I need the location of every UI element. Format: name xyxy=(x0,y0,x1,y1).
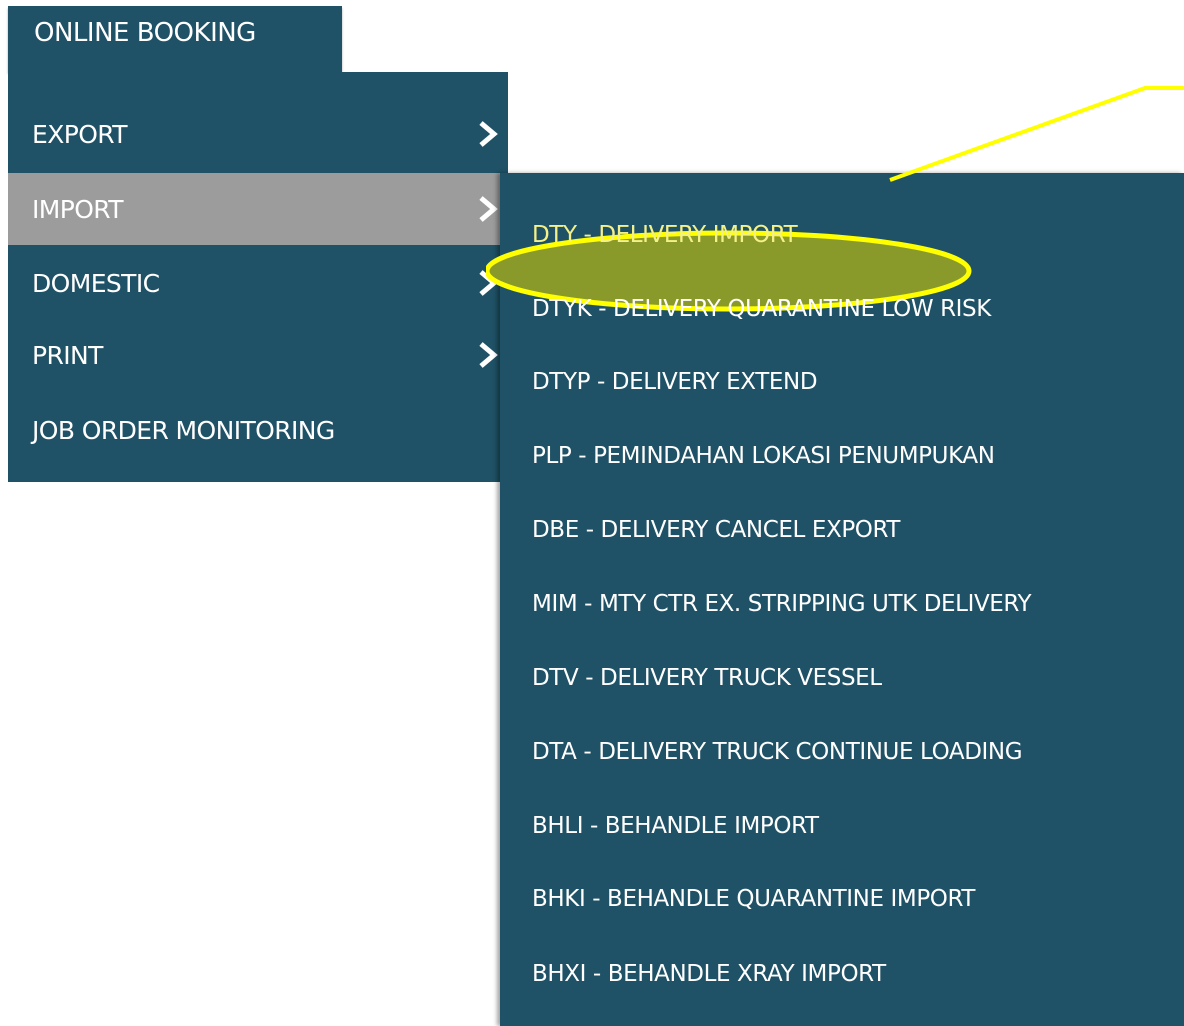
submenu-item-label: BHLI - BEHANDLE IMPORT xyxy=(532,813,819,839)
import-submenu: DTY - DELIVERY IMPORT DTYK - DELIVERY QU… xyxy=(486,173,1184,1026)
submenu-item-mim[interactable]: MIM - MTY CTR EX. STRIPPING UTK DELIVERY xyxy=(532,584,1032,624)
submenu-item-label: MIM - MTY CTR EX. STRIPPING UTK DELIVERY xyxy=(532,591,1032,617)
menu-item-domestic[interactable]: DOMESTIC xyxy=(8,247,508,319)
submenu-item-dbe[interactable]: DBE - DELIVERY CANCEL EXPORT xyxy=(532,510,900,550)
submenu-item-plp[interactable]: PLP - PEMINDAHAN LOKASI PENUMPUKAN xyxy=(532,436,995,476)
submenu-item-label: DBE - DELIVERY CANCEL EXPORT xyxy=(532,517,901,543)
menu-item-job-order-monitoring[interactable]: JOB ORDER MONITORING xyxy=(8,394,508,466)
chevron-right-icon xyxy=(479,342,498,368)
main-menu: EXPORT IMPORT DOMESTIC PRINT JOB ORDER M… xyxy=(8,72,508,482)
submenu-item-label: DTYP - DELIVERY EXTEND xyxy=(532,369,818,395)
menu-item-label: PRINT xyxy=(32,340,103,370)
submenu-item-label: BHKI - BEHANDLE QUARANTINE IMPORT xyxy=(532,886,976,912)
menu-item-export[interactable]: EXPORT xyxy=(8,98,508,170)
submenu-item-label: DTA - DELIVERY TRUCK CONTINUE LOADING xyxy=(532,739,1023,765)
menu-item-label: IMPORT xyxy=(32,194,124,224)
submenu-item-bhki[interactable]: BHKI - BEHANDLE QUARANTINE IMPORT xyxy=(532,879,975,919)
page: ONLINE BOOKING EXPORT IMPORT DOMESTIC PR… xyxy=(0,0,1184,1026)
menu-item-import[interactable]: IMPORT xyxy=(8,173,508,245)
submenu-item-label: DTV - DELIVERY TRUCK VESSEL xyxy=(532,665,882,691)
online-booking-label: ONLINE BOOKING xyxy=(34,18,256,48)
submenu-item-bhli[interactable]: BHLI - BEHANDLE IMPORT xyxy=(532,806,819,846)
menu-item-label: DOMESTIC xyxy=(32,268,160,298)
menu-item-label: JOB ORDER MONITORING xyxy=(32,415,335,445)
chevron-right-icon xyxy=(479,121,498,147)
menu-item-label: EXPORT xyxy=(32,119,128,149)
menu-item-print[interactable]: PRINT xyxy=(8,319,508,391)
submenu-item-dtyk[interactable]: DTYK - DELIVERY QUARANTINE LOW RISK xyxy=(532,289,991,329)
submenu-item-label: PLP - PEMINDAHAN LOKASI PENUMPUKAN xyxy=(532,443,995,469)
submenu-item-dty[interactable]: DTY - DELIVERY IMPORT xyxy=(532,215,798,255)
submenu-item-dtv[interactable]: DTV - DELIVERY TRUCK VESSEL xyxy=(532,658,882,698)
submenu-item-dtyp[interactable]: DTYP - DELIVERY EXTEND xyxy=(532,362,818,402)
submenu-item-label: DTY - DELIVERY IMPORT xyxy=(532,222,798,248)
submenu-item-label: BHXI - BEHANDLE XRAY IMPORT xyxy=(532,961,886,987)
submenu-item-bhxi[interactable]: BHXI - BEHANDLE XRAY IMPORT xyxy=(532,954,886,994)
submenu-item-dta[interactable]: DTA - DELIVERY TRUCK CONTINUE LOADING xyxy=(532,732,1023,772)
online-booking-tab[interactable]: ONLINE BOOKING xyxy=(8,6,342,72)
submenu-item-label: DTYK - DELIVERY QUARANTINE LOW RISK xyxy=(532,296,991,322)
